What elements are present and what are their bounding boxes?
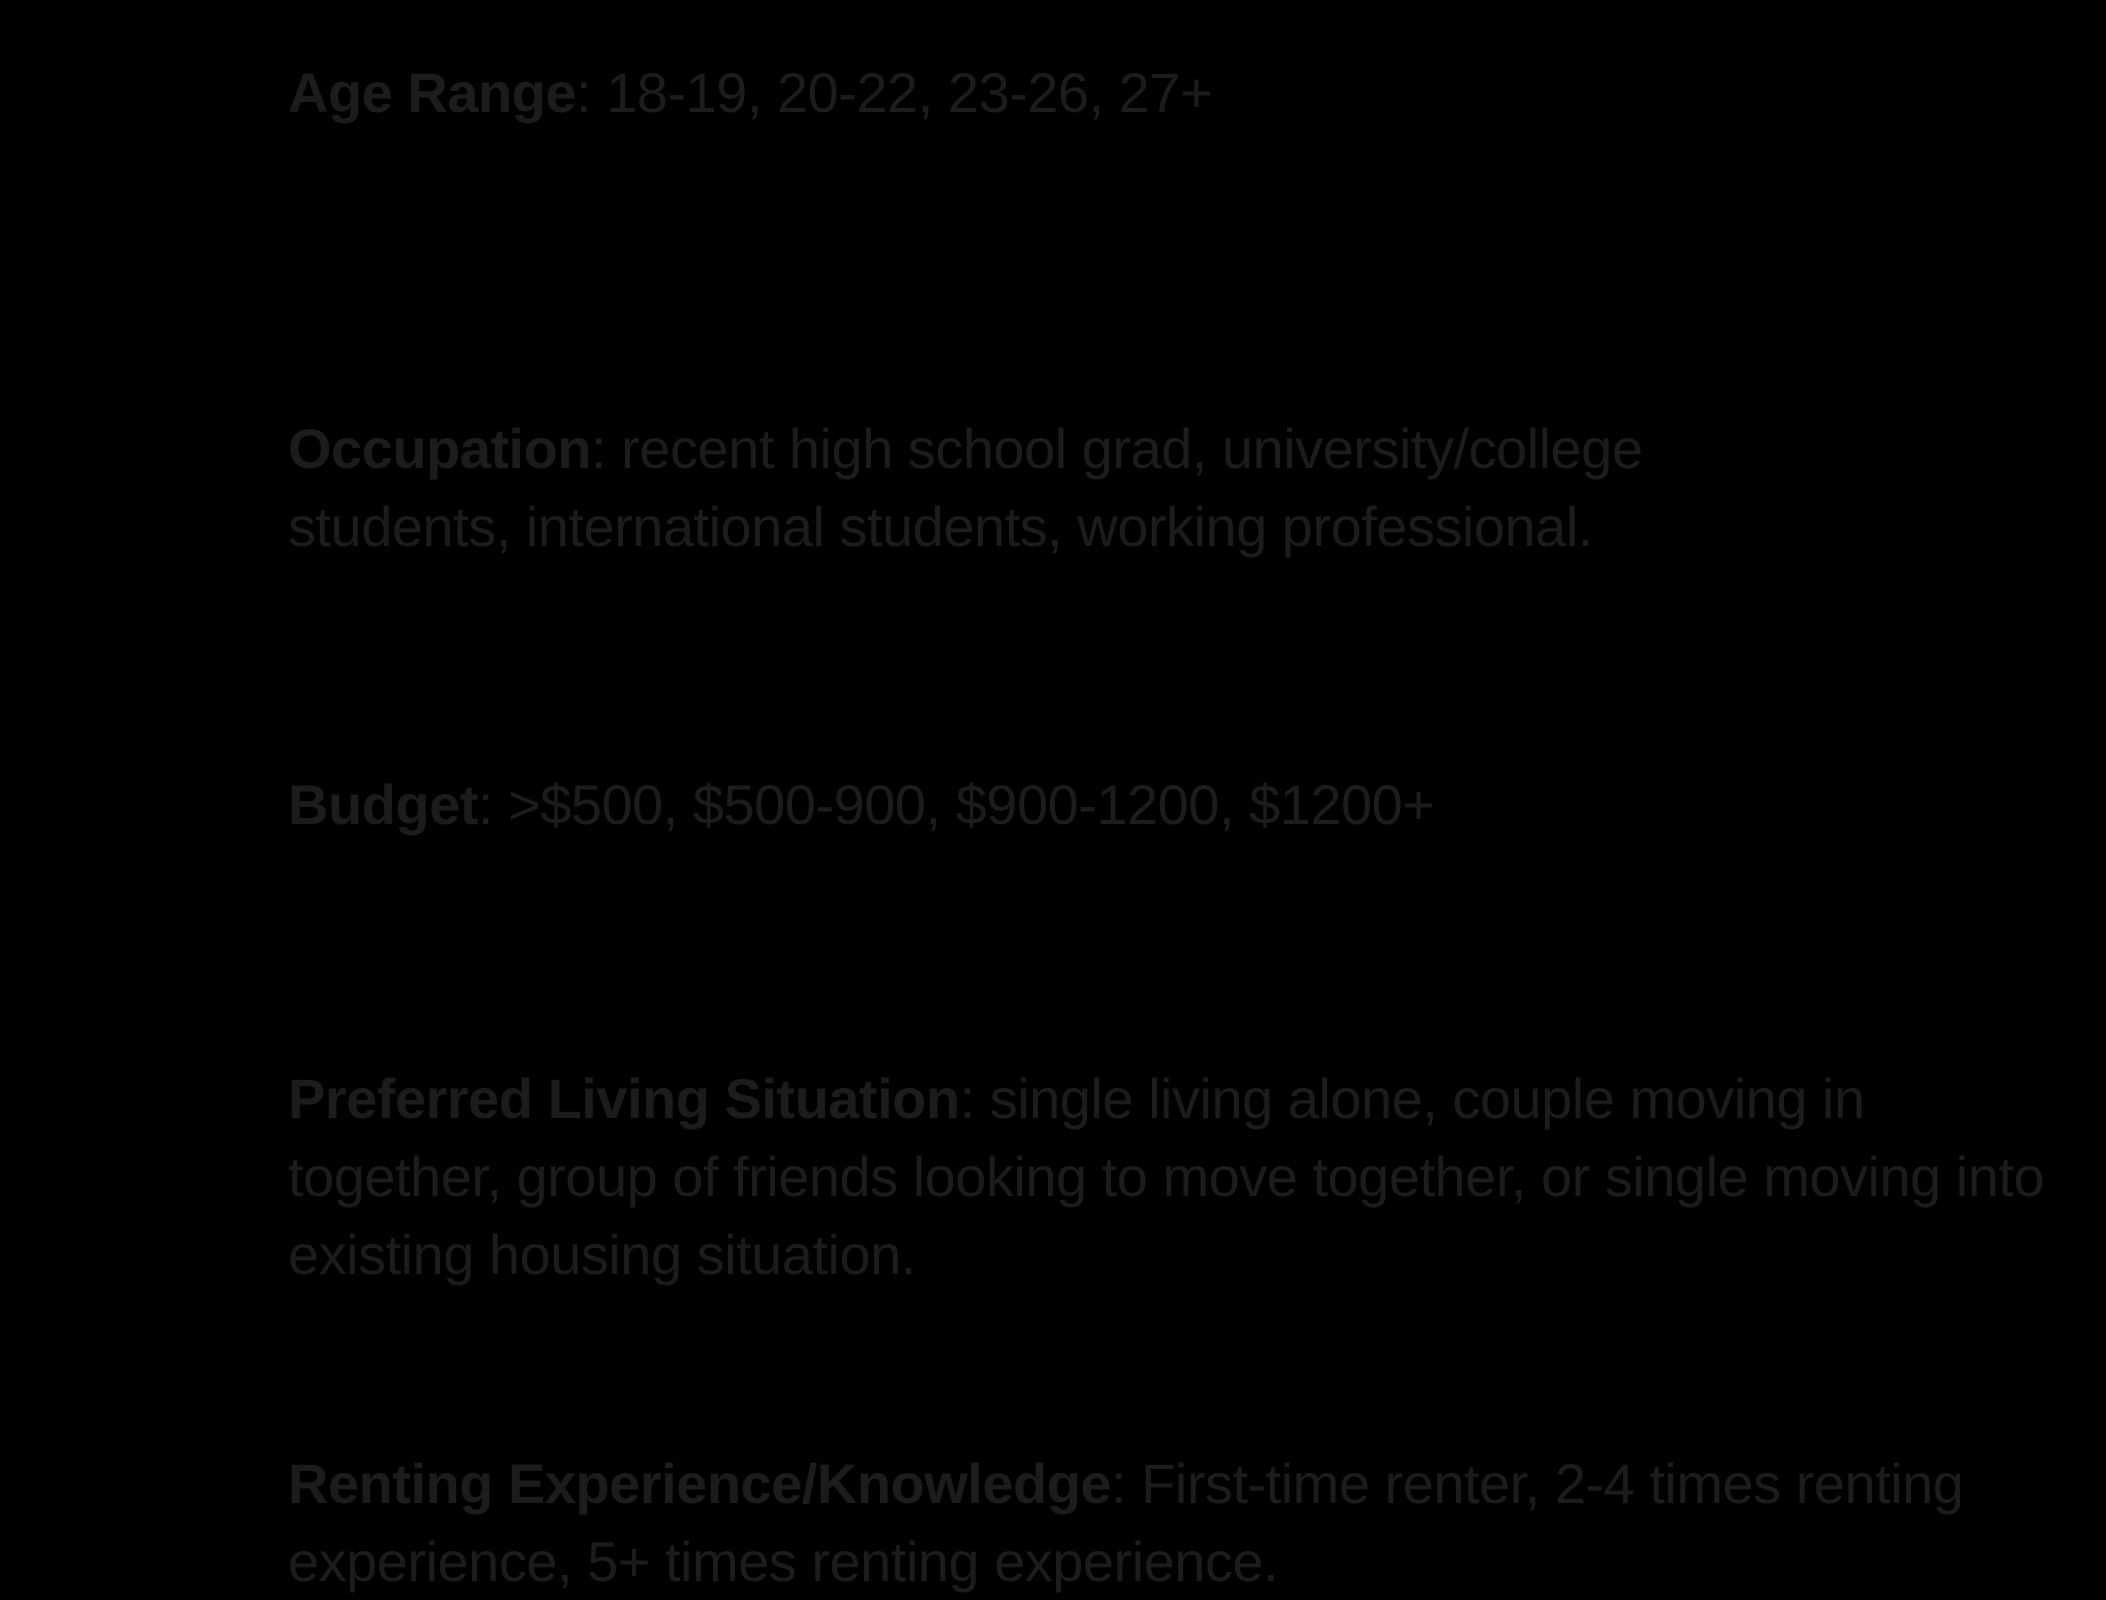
age-range-label: Age Range — [288, 61, 577, 124]
budget-separator: : — [477, 773, 508, 836]
renting-experience-entry: Renting Experience/Knowledge: First-time… — [288, 1445, 2088, 1600]
renting-experience-label: Renting Experience/Knowledge — [288, 1452, 1112, 1515]
occupation-entry: Occupation: recent high school grad, uni… — [288, 410, 1768, 566]
living-situation-label: Preferred Living Situation — [288, 1067, 960, 1130]
age-range-separator: : — [576, 61, 607, 124]
budget-text: >$500, $500-900, $900-1200, $1200+ — [507, 773, 1435, 836]
living-situation-separator: : — [959, 1067, 990, 1130]
living-situation-entry: Preferred Living Situation: single livin… — [288, 1060, 2068, 1294]
occupation-label: Occupation — [288, 417, 592, 480]
budget-entry: Budget: >$500, $500-900, $900-1200, $120… — [288, 766, 2068, 844]
age-range-entry: Age Range: 18-19, 20-22, 23-26, 27+ — [288, 54, 2068, 132]
budget-label: Budget — [288, 773, 478, 836]
renting-experience-separator: : — [1111, 1452, 1142, 1515]
occupation-separator: : — [591, 417, 622, 480]
age-range-text: 18-19, 20-22, 23-26, 27+ — [606, 61, 1213, 124]
